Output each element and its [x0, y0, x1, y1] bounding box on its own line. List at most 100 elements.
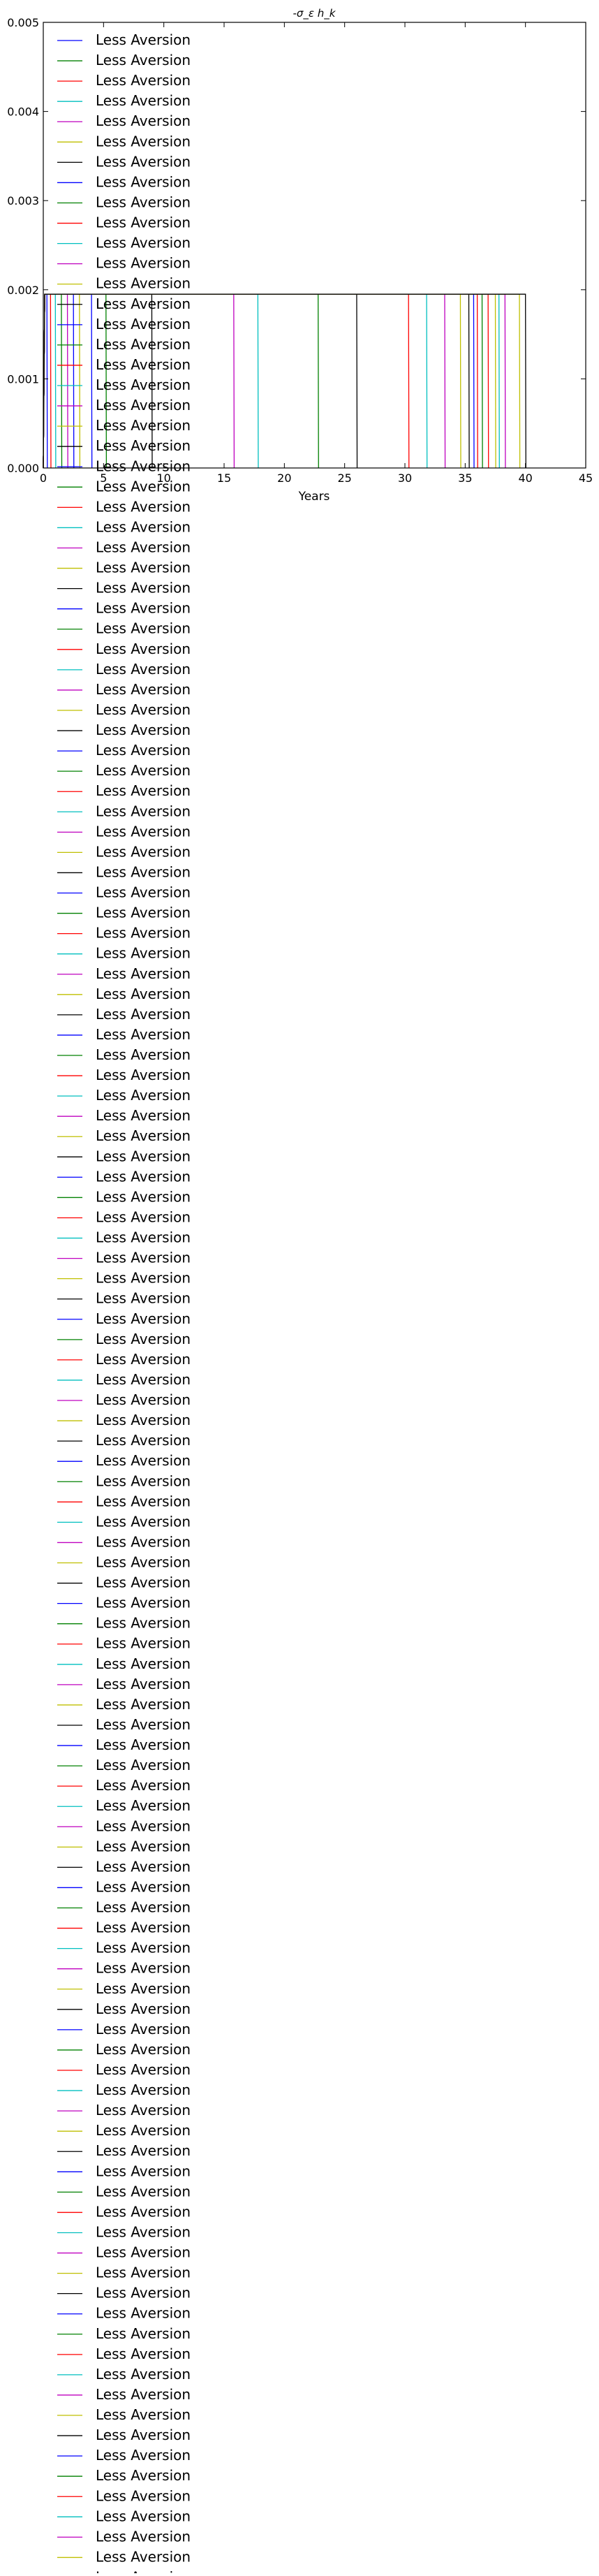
legend-item: Less Aversion — [57, 1188, 191, 1205]
x-tick-label: 35 — [458, 471, 472, 485]
legend-label: Less Aversion — [96, 2183, 191, 2200]
legend-label: Less Aversion — [96, 2223, 191, 2240]
legend-item: Less Aversion — [57, 1716, 191, 1733]
legend-label: Less Aversion — [96, 72, 191, 89]
legend-item: Less Aversion — [57, 1899, 191, 1916]
legend-label: Less Aversion — [96, 803, 191, 819]
legend-item: Less Aversion — [57, 1554, 191, 1571]
legend-label: Less Aversion — [96, 1351, 191, 1368]
legend-label: Less Aversion — [96, 1797, 191, 1814]
legend-label: Less Aversion — [96, 133, 191, 149]
legend-label: Less Aversion — [96, 1229, 191, 1246]
legend-item: Less Aversion — [57, 782, 191, 799]
legend-item: Less Aversion — [57, 884, 191, 901]
x-tick-label: 40 — [518, 471, 532, 485]
legend-label: Less Aversion — [96, 986, 191, 1002]
chart-title: -σ_ε h_k — [293, 7, 337, 20]
legend-label: Less Aversion — [96, 2081, 191, 2098]
legend-label: Less Aversion — [96, 2061, 191, 2078]
legend-label: Less Aversion — [96, 214, 191, 231]
legend-label: Less Aversion — [96, 965, 191, 982]
legend-item: Less Aversion — [57, 2548, 191, 2565]
legend-label: Less Aversion — [96, 1980, 191, 1997]
legend-item: Less Aversion — [96, 2569, 191, 2576]
legend-label: Less Aversion — [96, 1432, 191, 1449]
legend-label: Less Aversion — [96, 1554, 191, 1571]
line-chart: 0 5 10 15 20 25 30 35 40 45 0.000 0.001 0.002 0.003 0.… — [0, 0, 599, 2576]
legend-label: Less Aversion — [96, 905, 191, 921]
legend-item: Less Aversion — [57, 539, 191, 556]
legend-item: Less Aversion — [57, 1310, 191, 1327]
legend-item: Less Aversion — [57, 1757, 191, 1773]
legend-label: Less Aversion — [96, 1310, 191, 1327]
legend-label: Less Aversion — [96, 153, 191, 170]
legend-label: Less Aversion — [96, 112, 191, 129]
x-tick-label: 30 — [398, 471, 412, 485]
legend-item: Less Aversion — [57, 1087, 191, 1104]
legend-item: Less Aversion — [57, 2041, 191, 2058]
legend-item: Less Aversion — [57, 2325, 191, 2342]
legend-label: Less Aversion — [96, 1006, 191, 1023]
legend-label: Less Aversion — [96, 1574, 191, 1591]
legend-label: Less Aversion — [96, 275, 191, 292]
legend-item: Less Aversion — [57, 2508, 191, 2524]
legend-label: Less Aversion — [96, 1960, 191, 1977]
legend-label: Less Aversion — [96, 1736, 191, 1753]
legend-label: Less Aversion — [96, 2203, 191, 2220]
legend-label: Less Aversion — [96, 498, 191, 515]
legend-item: Less Aversion — [57, 2061, 191, 2078]
legend-item: Less Aversion — [57, 2305, 191, 2322]
chart-canvas: 0 5 10 15 20 25 30 35 40 450.0000.0010.0020.0030.… — [7, 7, 593, 2576]
legend-item: Less Aversion — [57, 762, 191, 779]
legend-label: Less Aversion — [96, 925, 191, 942]
legend-label: Less Aversion — [96, 742, 191, 759]
legend-item: Less Aversion — [57, 2264, 191, 2281]
legend-item: Less Aversion — [57, 823, 191, 840]
legend-item: Less Aversion — [57, 1351, 191, 1368]
legend-item: Less Aversion — [57, 2406, 191, 2423]
legend-item: Less Aversion — [57, 478, 191, 495]
legend-label: Less Aversion — [96, 1838, 191, 1854]
legend-label: Less Aversion — [96, 701, 191, 718]
legend-item: Less Aversion — [57, 1574, 191, 1591]
legend-item: Less Aversion — [57, 1676, 191, 1692]
legend-item: Less Aversion — [57, 986, 191, 1002]
legend-label: Less Aversion — [96, 1148, 191, 1164]
legend-item: Less Aversion — [57, 1026, 191, 1043]
legend-item: Less Aversion — [57, 1980, 191, 1997]
y-tick-label: 0.005 — [7, 16, 39, 29]
legend-label: Less Aversion — [96, 1716, 191, 1733]
legend-item: Less Aversion — [57, 641, 191, 657]
legend-label: Less Aversion — [96, 1899, 191, 1916]
legend-label: Less Aversion — [96, 1270, 191, 1287]
legend-label: Less Aversion — [96, 417, 191, 434]
legend-label: Less Aversion — [96, 1168, 191, 1185]
legend-item: Less Aversion — [57, 2081, 191, 2098]
x-axis-label: Years — [298, 490, 330, 504]
legend-item: Less Aversion — [57, 1655, 191, 1672]
x-tick-label: 0 — [40, 471, 47, 485]
legend-item: Less Aversion — [57, 863, 191, 880]
legend-label: Less Aversion — [96, 2041, 191, 2058]
legend-item: Less Aversion — [57, 1371, 191, 1388]
legend-label: Less Aversion — [96, 2021, 191, 2037]
legend-item: Less Aversion — [57, 1006, 191, 1023]
legend-label: Less Aversion — [96, 843, 191, 860]
legend-item: Less Aversion — [57, 2366, 191, 2383]
legend-label: Less Aversion — [96, 2285, 191, 2301]
legend-item: Less Aversion — [57, 2427, 191, 2443]
legend-item: Less Aversion — [57, 1797, 191, 1814]
legend-label: Less Aversion — [96, 641, 191, 657]
legend-label: Less Aversion — [96, 356, 191, 373]
x-tick-label: 15 — [217, 471, 231, 485]
legend-label: Less Aversion — [96, 782, 191, 799]
legend-item: Less Aversion — [57, 2386, 191, 2403]
legend-label: Less Aversion — [96, 1817, 191, 1834]
legend-label: Less Aversion — [96, 2528, 191, 2545]
legend-item: Less Aversion — [57, 701, 191, 718]
legend-label: Less Aversion — [96, 173, 191, 190]
legend-item: Less Aversion — [57, 742, 191, 759]
legend-item: Less Aversion — [57, 1635, 191, 1652]
legend-item: Less Aversion — [57, 1412, 191, 1428]
legend-label: Less Aversion — [96, 437, 191, 454]
